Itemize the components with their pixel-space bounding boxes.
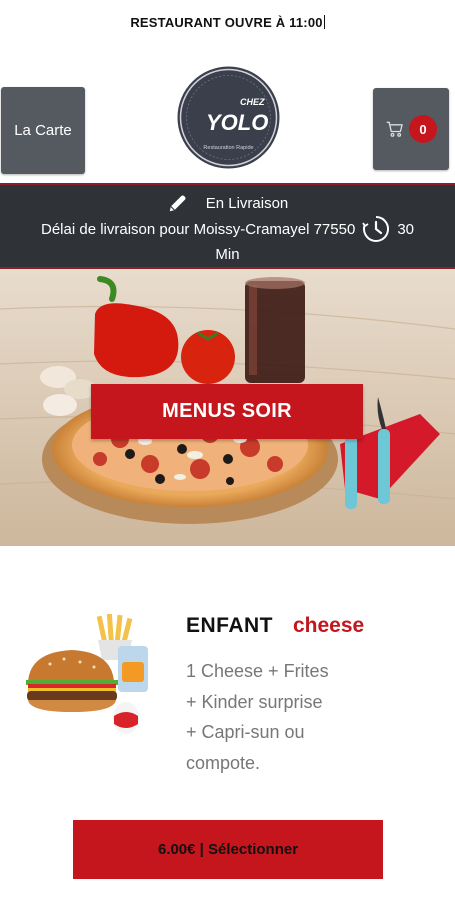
product-variant: cheese (293, 614, 365, 637)
delivery-mode-row[interactable]: En Livraison (0, 192, 455, 214)
product-desc-line: + Kinder surprise (186, 691, 323, 712)
cart-icon (386, 121, 403, 137)
menu-button[interactable]: La Carte (1, 87, 85, 174)
text-caret (323, 15, 325, 29)
pencil-icon[interactable] (167, 192, 189, 214)
delivery-time-unit: Min (215, 245, 240, 263)
product-description: 1 Cheese + Frites + Kinder surprise + Ca… (186, 656, 366, 778)
opening-notice-text: RESTAURANT OUVRE À 11:00 (130, 14, 323, 30)
kids-menu-product-image[interactable] (22, 612, 162, 740)
product-desc-line: 1 Cheese + Frites (186, 661, 329, 681)
select-product-label: 6.00€ | Sélectionner (157, 841, 299, 858)
delivery-banner[interactable]: En Livraison Délai de livraison pour Moi… (0, 183, 455, 269)
delivery-time-row: Délai de livraison pour Moissy-Cramayel … (0, 215, 455, 243)
delivery-time-value: 30 (397, 220, 414, 238)
product-title: ENFANT cheese (186, 614, 364, 642)
clock-icon (362, 216, 390, 242)
select-product-button[interactable]: 6.00€ | Sélectionner (73, 820, 383, 879)
delivery-mode-label: En Livraison (205, 194, 289, 212)
opening-notice: RESTAURANT OUVRE À 11:00 (0, 0, 455, 44)
delivery-time-text: Délai de livraison pour Moissy-Cramayel … (41, 220, 356, 238)
menu-button-label: La Carte (14, 122, 72, 139)
restaurant-logo[interactable]: CHEZ YOLO Restauration Rapide (176, 65, 281, 170)
logo-text-chez: CHEZ (240, 97, 265, 107)
cart-button[interactable]: 0 (373, 88, 449, 170)
product-desc-line: compote. (186, 752, 261, 773)
product-name: ENFANT (186, 614, 273, 637)
cart-count-badge: 0 (409, 115, 437, 143)
delivery-time-unit-row: Min (0, 243, 455, 265)
logo-text-yolo: YOLO (206, 110, 268, 135)
menus-soir-label: MENUS SOIR (162, 400, 292, 422)
logo-tagline: Restauration Rapide (203, 145, 253, 151)
menus-soir-button[interactable]: MENUS SOIR (91, 384, 363, 439)
product-desc-line: + Capri-sun ou (186, 722, 305, 742)
